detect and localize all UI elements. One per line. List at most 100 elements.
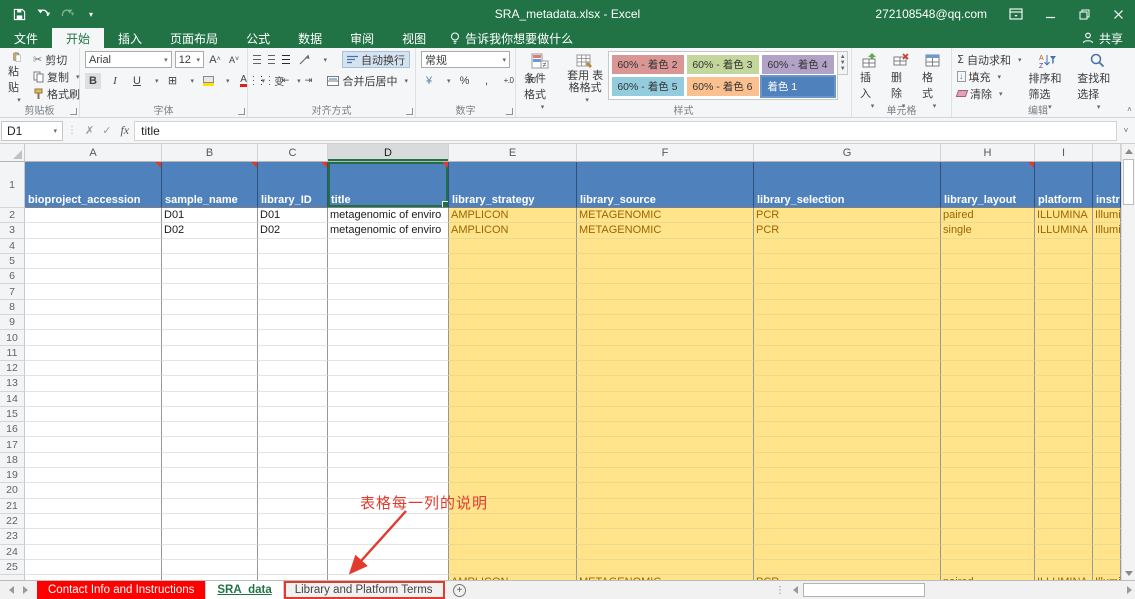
cell-B25[interactable] [162,560,258,575]
cell-B22[interactable] [162,514,258,529]
share-button[interactable]: 共享 [1070,28,1135,48]
next-sheet-icon[interactable] [23,586,28,594]
top-align-icon[interactable] [253,55,261,64]
cell-H1[interactable]: library_layout [941,162,1035,208]
column-header-B[interactable]: B [162,144,258,162]
cell-F15[interactable] [577,407,754,422]
new-sheet-button[interactable]: + [445,581,475,599]
cell-F20[interactable] [577,483,754,498]
cell-B7[interactable] [162,284,258,299]
cell-A19[interactable] [25,468,162,483]
cell-H6[interactable] [941,269,1035,284]
column-header-C[interactable]: C [258,144,328,162]
cell-E1[interactable]: library_strategy [449,162,577,208]
cell-G20[interactable] [754,483,941,498]
cell-A25[interactable] [25,560,162,575]
cell-I11[interactable] [1035,346,1093,361]
row-header-19[interactable]: 19 [0,468,25,483]
account-name[interactable]: 272108548@qq.com [863,7,999,21]
cell-D3[interactable]: metagenomic of enviro [328,223,449,238]
cell-F19[interactable] [577,468,754,483]
cell-I17[interactable] [1035,437,1093,452]
cell-F7[interactable] [577,284,754,299]
row-header-12[interactable]: 12 [0,361,25,376]
cell-I12[interactable] [1035,361,1093,376]
cell-E11[interactable] [449,346,577,361]
cell-E4[interactable] [449,239,577,254]
row-header-16[interactable]: 16 [0,422,25,437]
cell-I3[interactable]: ILLUMINA [1035,223,1093,238]
clipboard-dialog-launcher-icon[interactable] [70,108,77,115]
cell-D14[interactable] [328,392,449,407]
middle-align-icon[interactable] [268,55,276,64]
cell-G17[interactable] [754,437,941,452]
cell-J18[interactable] [1093,453,1121,468]
cell-H22[interactable] [941,514,1035,529]
cell-H4[interactable] [941,239,1035,254]
cell-D6[interactable] [328,269,449,284]
cell-G9[interactable] [754,315,941,330]
cell-G4[interactable] [754,239,941,254]
cell-E22[interactable] [449,514,577,529]
cell-J5[interactable] [1093,254,1121,269]
fill-dropdown-icon[interactable]: ▾ [998,73,1002,81]
cell-I15[interactable] [1035,407,1093,422]
underline-button[interactable]: U [129,73,145,89]
cell-E24[interactable] [449,545,577,560]
grow-font-button[interactable]: A˄ [207,52,223,68]
cell-B4[interactable] [162,239,258,254]
cell-B9[interactable] [162,315,258,330]
cell-G19[interactable] [754,468,941,483]
cell-G10[interactable] [754,330,941,345]
cell-C8[interactable] [258,300,328,315]
redo-dropdown-icon[interactable]: ▾ [71,10,75,18]
cell-A2[interactable] [25,208,162,223]
cell-E16[interactable] [449,422,577,437]
row-header-7[interactable]: 7 [0,284,25,299]
cell-F12[interactable] [577,361,754,376]
cell-E25[interactable] [449,560,577,575]
cell-J1[interactable]: instr [1093,162,1121,208]
cell-C3[interactable]: D02 [258,223,328,238]
prev-sheet-icon[interactable] [9,586,14,594]
cell-D17[interactable] [328,437,449,452]
cell-H21[interactable] [941,499,1035,514]
cell-D7[interactable] [328,284,449,299]
cell-H9[interactable] [941,315,1035,330]
cell-E5[interactable] [449,254,577,269]
increase-indent-button[interactable]: ⇥ [300,73,316,89]
cell-J19[interactable] [1093,468,1121,483]
accounting-format-button[interactable]: ¥ [421,73,437,89]
scroll-right-button[interactable] [1123,586,1135,594]
cell-J17[interactable] [1093,437,1121,452]
cell-G2[interactable]: PCR [754,208,941,223]
cell-B17[interactable] [162,437,258,452]
cell-F23[interactable] [577,529,754,544]
cell-E6[interactable] [449,269,577,284]
cell-F9[interactable] [577,315,754,330]
cell-B20[interactable] [162,483,258,498]
cell-D9[interactable] [328,315,449,330]
row-header-5[interactable]: 5 [0,254,25,269]
cell-B2[interactable]: D01 [162,208,258,223]
column-header-G[interactable]: G [754,144,941,162]
comma-style-button[interactable]: , [479,73,495,89]
row-header-8[interactable]: 8 [0,300,25,315]
wrap-text-button[interactable]: 自动换行 [342,51,410,68]
align-left-icon[interactable] [253,76,254,85]
cell-A7[interactable] [25,284,162,299]
scroll-up-button[interactable] [1122,144,1135,158]
cell-C13[interactable] [258,376,328,391]
cell-D23[interactable] [328,529,449,544]
clear-dropdown-icon[interactable]: ▾ [999,90,1003,98]
column-header-D[interactable]: D [328,144,449,162]
cell-B13[interactable] [162,376,258,391]
cut-button[interactable]: ✂剪切 [31,51,82,68]
cell-J11[interactable] [1093,346,1121,361]
copy-button[interactable]: 复制▾ [31,68,82,85]
cell-D22[interactable] [328,514,449,529]
row-header-6[interactable]: 6 [0,269,25,284]
cell-F6[interactable] [577,269,754,284]
cell-H3[interactable]: single [941,223,1035,238]
cell-F11[interactable] [577,346,754,361]
